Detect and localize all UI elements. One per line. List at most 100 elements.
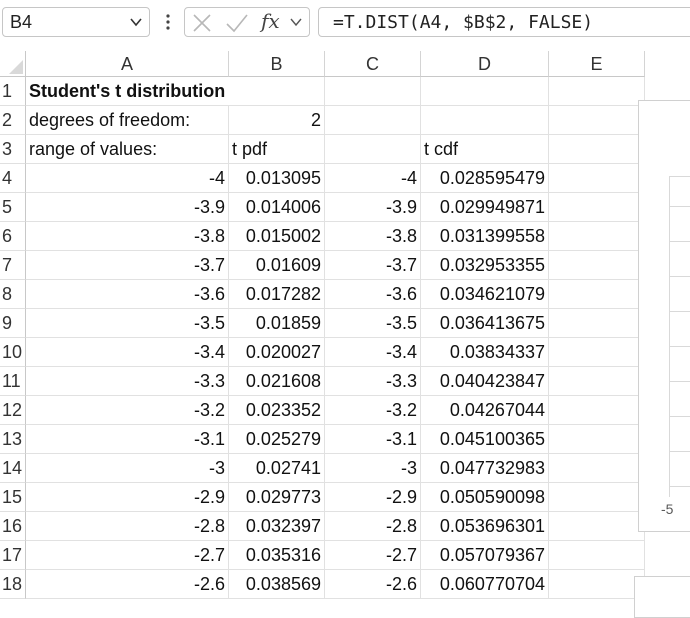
cell-b13[interactable]: 0.025279 [229, 425, 325, 454]
cell-b3[interactable]: t pdf [229, 135, 325, 164]
cell-c15[interactable]: -2.9 [325, 483, 421, 512]
row-header[interactable]: 16 [0, 512, 26, 541]
select-all-corner[interactable] [0, 51, 26, 77]
cell-d18[interactable]: 0.060770704 [421, 570, 549, 599]
cell-c6[interactable]: -3.8 [325, 222, 421, 251]
cell-b18[interactable]: 0.038569 [229, 570, 325, 599]
cell-d6[interactable]: 0.031399558 [421, 222, 549, 251]
column-header-a[interactable]: A [26, 51, 229, 77]
cell-e18[interactable] [549, 570, 645, 599]
row-header[interactable]: 10 [0, 338, 26, 367]
cell-e4[interactable] [549, 164, 645, 193]
cell-a13[interactable]: -3.1 [26, 425, 229, 454]
cell-b11[interactable]: 0.021608 [229, 367, 325, 396]
cell-e17[interactable] [549, 541, 645, 570]
cell-c5[interactable]: -3.9 [325, 193, 421, 222]
cell-c16[interactable]: -2.8 [325, 512, 421, 541]
cell-d7[interactable]: 0.032953355 [421, 251, 549, 280]
cell-e12[interactable] [549, 396, 645, 425]
cell-e13[interactable] [549, 425, 645, 454]
cell-a2[interactable]: degrees of freedom: [26, 106, 229, 135]
cell-c4[interactable]: -4 [325, 164, 421, 193]
cancel-icon[interactable] [191, 12, 213, 34]
row-header[interactable]: 17 [0, 541, 26, 570]
cell-c1[interactable] [325, 77, 421, 106]
column-header-b[interactable]: B [229, 51, 325, 77]
chart-area[interactable]: -5 [638, 100, 690, 532]
cell-e14[interactable] [549, 454, 645, 483]
cell-a7[interactable]: -3.7 [26, 251, 229, 280]
cell-a17[interactable]: -2.7 [26, 541, 229, 570]
cell-e9[interactable] [549, 309, 645, 338]
row-header[interactable]: 2 [0, 106, 26, 135]
cell-a3[interactable]: range of values: [26, 135, 229, 164]
cell-c2[interactable] [325, 106, 421, 135]
row-header[interactable]: 7 [0, 251, 26, 280]
cell-d5[interactable]: 0.029949871 [421, 193, 549, 222]
cell-d16[interactable]: 0.053696301 [421, 512, 549, 541]
cell-b7[interactable]: 0.01609 [229, 251, 325, 280]
cell-a12[interactable]: -3.2 [26, 396, 229, 425]
cell-b2[interactable]: 2 [229, 106, 325, 135]
cell-d3[interactable]: t cdf [421, 135, 549, 164]
cell-b1[interactable] [229, 77, 325, 106]
column-header-c[interactable]: C [325, 51, 421, 77]
cell-c3[interactable] [325, 135, 421, 164]
cell-c17[interactable]: -2.7 [325, 541, 421, 570]
cell-d17[interactable]: 0.057079367 [421, 541, 549, 570]
cell-e1[interactable] [549, 77, 645, 106]
row-header[interactable]: 9 [0, 309, 26, 338]
cell-d2[interactable] [421, 106, 549, 135]
cell-d10[interactable]: 0.03834337 [421, 338, 549, 367]
cell-a18[interactable]: -2.6 [26, 570, 229, 599]
enter-check-icon[interactable] [225, 12, 249, 34]
cell-c7[interactable]: -3.7 [325, 251, 421, 280]
cell-c10[interactable]: -3.4 [325, 338, 421, 367]
cell-e5[interactable] [549, 193, 645, 222]
column-header-d[interactable]: D [421, 51, 549, 77]
cell-a9[interactable]: -3.5 [26, 309, 229, 338]
cell-d8[interactable]: 0.034621079 [421, 280, 549, 309]
cell-e3[interactable] [549, 135, 645, 164]
cell-b16[interactable]: 0.032397 [229, 512, 325, 541]
cell-d15[interactable]: 0.050590098 [421, 483, 549, 512]
cell-a1[interactable]: Student's t distribution [26, 77, 229, 106]
cell-c18[interactable]: -2.6 [325, 570, 421, 599]
cell-e11[interactable] [549, 367, 645, 396]
cell-d13[interactable]: 0.045100365 [421, 425, 549, 454]
cell-a16[interactable]: -2.8 [26, 512, 229, 541]
cell-d1[interactable] [421, 77, 549, 106]
row-header[interactable]: 1 [0, 77, 26, 106]
cell-e16[interactable] [549, 512, 645, 541]
cell-a8[interactable]: -3.6 [26, 280, 229, 309]
row-header[interactable]: 15 [0, 483, 26, 512]
cell-d9[interactable]: 0.036413675 [421, 309, 549, 338]
row-header[interactable]: 18 [0, 570, 26, 599]
cell-b10[interactable]: 0.020027 [229, 338, 325, 367]
cell-b17[interactable]: 0.035316 [229, 541, 325, 570]
cell-a6[interactable]: -3.8 [26, 222, 229, 251]
cell-a11[interactable]: -3.3 [26, 367, 229, 396]
cell-e7[interactable] [549, 251, 645, 280]
cell-e10[interactable] [549, 338, 645, 367]
chart-area-2[interactable] [634, 576, 690, 618]
more-options-icon[interactable] [162, 11, 174, 33]
cell-d14[interactable]: 0.047732983 [421, 454, 549, 483]
cell-a10[interactable]: -3.4 [26, 338, 229, 367]
cell-b8[interactable]: 0.017282 [229, 280, 325, 309]
cell-a5[interactable]: -3.9 [26, 193, 229, 222]
cell-a4[interactable]: -4 [26, 164, 229, 193]
cell-c13[interactable]: -3.1 [325, 425, 421, 454]
cell-d4[interactable]: 0.028595479 [421, 164, 549, 193]
chevron-down-icon[interactable] [129, 15, 143, 29]
cell-c9[interactable]: -3.5 [325, 309, 421, 338]
row-header[interactable]: 3 [0, 135, 26, 164]
row-header[interactable]: 4 [0, 164, 26, 193]
cell-b14[interactable]: 0.02741 [229, 454, 325, 483]
cell-e15[interactable] [549, 483, 645, 512]
cell-b9[interactable]: 0.01859 [229, 309, 325, 338]
row-header[interactable]: 6 [0, 222, 26, 251]
cell-d12[interactable]: 0.04267044 [421, 396, 549, 425]
column-header-e[interactable]: E [549, 51, 645, 77]
row-header[interactable]: 11 [0, 367, 26, 396]
